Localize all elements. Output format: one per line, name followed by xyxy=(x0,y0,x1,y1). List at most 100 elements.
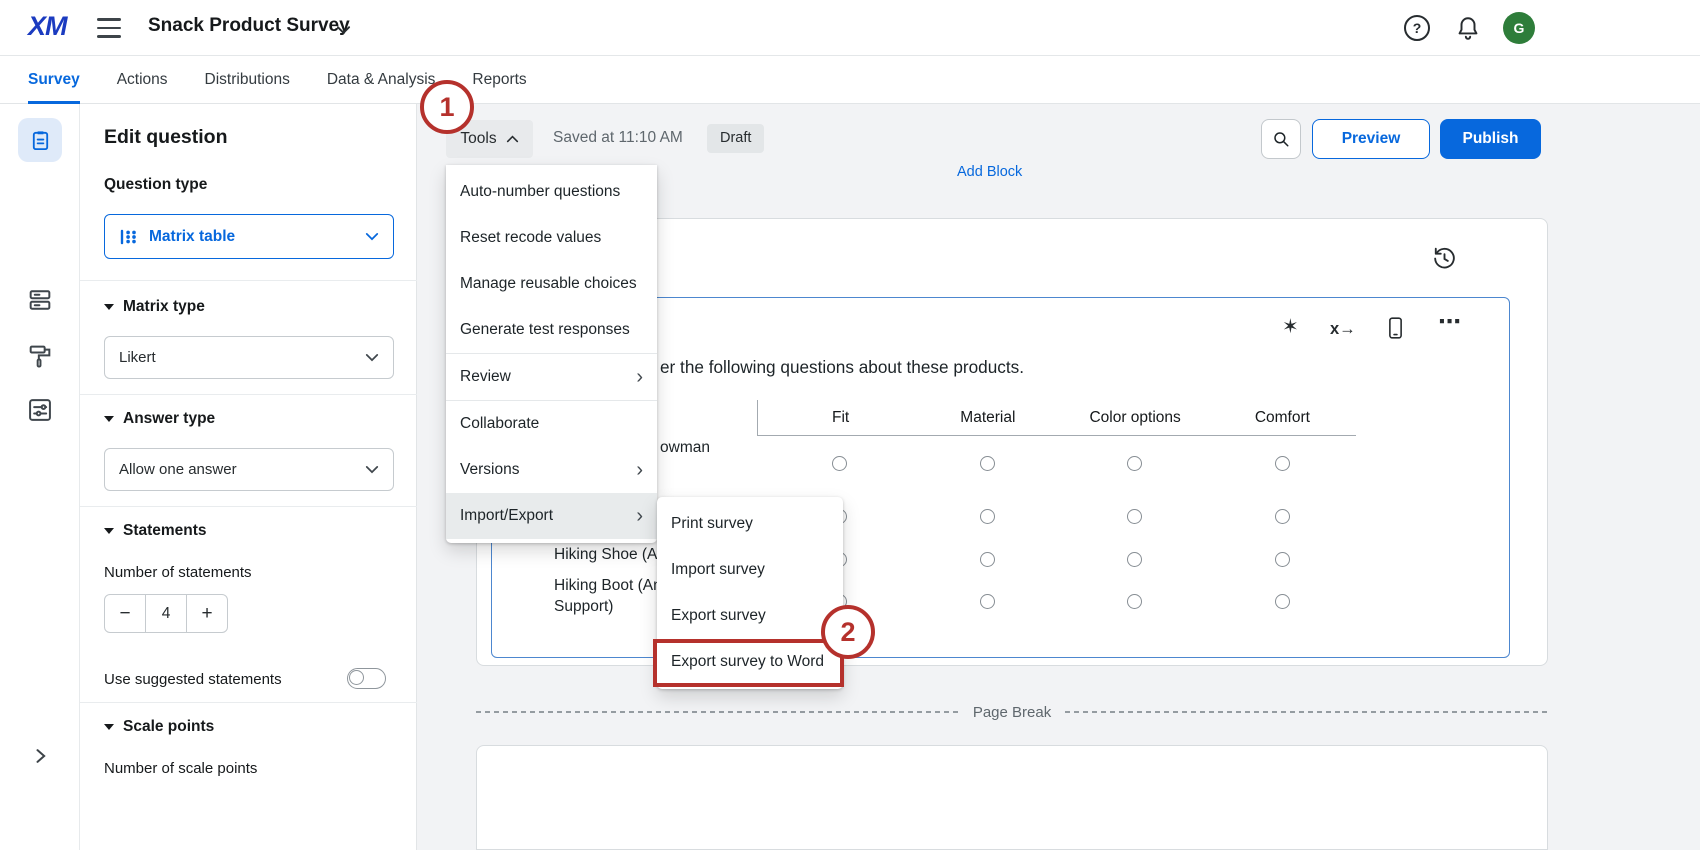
radio-button[interactable] xyxy=(1127,552,1142,567)
statements-section-header[interactable]: Statements xyxy=(104,522,207,540)
publish-button[interactable]: Publish xyxy=(1440,119,1541,159)
stepper-decrement-button[interactable]: − xyxy=(105,595,145,632)
radio-button[interactable] xyxy=(980,594,995,609)
menu-item-auto-number[interactable]: Auto-number questions xyxy=(446,169,657,215)
radio-button[interactable] xyxy=(1275,552,1290,567)
radio-button[interactable] xyxy=(1127,456,1142,471)
matrix-column-header[interactable]: Color options xyxy=(1062,400,1209,435)
primary-nav: Survey Actions Distributions Data & Anal… xyxy=(0,56,1700,104)
chevron-right-icon: › xyxy=(636,460,643,480)
question-type-dropdown[interactable]: Matrix table xyxy=(104,214,394,259)
options-sliders-icon xyxy=(26,396,54,424)
chevron-down-icon xyxy=(365,228,379,246)
menu-item-import-survey[interactable]: Import survey xyxy=(657,547,843,593)
question-text[interactable]: er the following questions about these p… xyxy=(660,357,1024,378)
question-type-label: Question type xyxy=(104,176,207,194)
tab-survey[interactable]: Survey xyxy=(28,56,80,104)
tab-data-analysis[interactable]: Data & Analysis xyxy=(327,56,436,104)
mobile-preview-icon[interactable] xyxy=(1388,316,1403,345)
caret-down-icon xyxy=(104,528,114,534)
matrix-column-header[interactable]: Material xyxy=(914,400,1061,435)
answer-type-section-header[interactable]: Answer type xyxy=(104,410,215,428)
suggested-statements-toggle[interactable] xyxy=(347,668,386,689)
menu-item-print-survey[interactable]: Print survey xyxy=(657,501,843,547)
more-options-icon[interactable]: ⋯ xyxy=(1438,308,1461,335)
divider xyxy=(80,394,417,395)
autosave-status: Saved at 11:10 AM xyxy=(553,129,683,147)
scale-points-section-header[interactable]: Scale points xyxy=(104,718,214,736)
radio-button[interactable] xyxy=(1127,594,1142,609)
radio-button[interactable] xyxy=(980,509,995,524)
stepper-value: 4 xyxy=(145,595,187,632)
matrix-row xyxy=(766,508,1356,524)
menu-item-import-export[interactable]: Import/Export › xyxy=(446,493,657,539)
stepper-increment-button[interactable]: + xyxy=(187,595,227,632)
chevron-down-icon xyxy=(365,349,379,366)
survey-title[interactable]: Snack Product Survey xyxy=(148,15,350,37)
caret-down-icon xyxy=(104,416,114,422)
tab-distributions[interactable]: Distributions xyxy=(205,56,290,104)
matrix-column-header[interactable]: Comfort xyxy=(1209,400,1356,435)
sidebar-item-look-and-feel[interactable] xyxy=(26,342,54,370)
menu-item-reset-recode[interactable]: Reset recode values xyxy=(446,215,657,261)
tab-actions[interactable]: Actions xyxy=(117,56,168,104)
panel-title: Edit question xyxy=(104,126,228,149)
statements-count-stepper: − 4 + xyxy=(104,594,228,633)
add-block-link[interactable]: Add Block xyxy=(957,164,1022,180)
expand-rail-chevron-icon[interactable] xyxy=(30,746,50,766)
caret-down-icon xyxy=(104,304,114,310)
tools-menu: Auto-number questions Reset recode value… xyxy=(446,165,657,543)
radio-button[interactable] xyxy=(980,552,995,567)
radio-button[interactable] xyxy=(832,456,847,471)
chevron-down-icon[interactable] xyxy=(336,22,351,40)
matrix-row-label[interactable]: owman xyxy=(660,439,710,457)
radio-button[interactable] xyxy=(1275,509,1290,524)
radio-button[interactable] xyxy=(1275,456,1290,471)
chevron-right-icon: › xyxy=(636,506,643,526)
divider xyxy=(80,280,417,281)
draft-status-badge: Draft xyxy=(707,124,764,153)
menu-item-test-responses[interactable]: Generate test responses xyxy=(446,307,657,353)
version-history-icon[interactable] xyxy=(1431,245,1458,272)
user-avatar[interactable]: G xyxy=(1503,12,1535,44)
hamburger-menu-icon[interactable] xyxy=(97,18,121,38)
menu-item-export-survey[interactable]: Export survey xyxy=(657,593,843,639)
preview-button[interactable]: Preview xyxy=(1312,119,1430,159)
chevron-right-icon: › xyxy=(636,367,643,387)
page-break-dashes xyxy=(476,711,959,713)
matrix-row-label[interactable]: Support) xyxy=(554,598,613,616)
radio-button[interactable] xyxy=(1275,594,1290,609)
answer-type-select[interactable]: Allow one answer xyxy=(104,448,394,491)
star-icon[interactable]: ✶ xyxy=(1282,314,1299,339)
radio-button[interactable] xyxy=(1127,509,1142,524)
skip-logic-icon[interactable]: x→ xyxy=(1330,320,1356,339)
menu-item-review[interactable]: Review › xyxy=(446,354,657,400)
matrix-row xyxy=(766,551,1356,567)
annotation-step-1: 1 xyxy=(420,80,474,134)
left-icon-rail xyxy=(0,104,80,850)
notifications-bell-icon[interactable] xyxy=(1455,15,1481,41)
menu-item-versions[interactable]: Versions › xyxy=(446,447,657,493)
divider xyxy=(80,506,417,507)
page-break-label: Page Break xyxy=(959,704,1065,721)
sidebar-item-builder[interactable] xyxy=(18,118,62,162)
matrix-type-select[interactable]: Likert xyxy=(104,336,394,379)
matrix-table-icon xyxy=(119,227,139,247)
matrix-type-section-header[interactable]: Matrix type xyxy=(104,298,205,316)
sidebar-item-survey-flow[interactable] xyxy=(26,286,54,314)
help-icon[interactable]: ? xyxy=(1404,15,1430,41)
survey-flow-icon xyxy=(26,286,54,314)
menu-item-collaborate[interactable]: Collaborate xyxy=(446,401,657,447)
matrix-column-header[interactable]: Fit xyxy=(767,400,914,435)
search-button[interactable] xyxy=(1261,119,1301,159)
matrix-header-row: Fit Material Color options Comfort xyxy=(757,400,1356,436)
matrix-row-label[interactable]: Hiking Boot (An xyxy=(554,577,662,595)
menu-item-reusable-choices[interactable]: Manage reusable choices xyxy=(446,261,657,307)
number-of-statements-label: Number of statements xyxy=(104,564,252,581)
matrix-row-label[interactable]: Hiking Shoe (An xyxy=(554,546,666,564)
question-type-value: Matrix table xyxy=(149,228,235,246)
tab-reports[interactable]: Reports xyxy=(472,56,526,104)
radio-button[interactable] xyxy=(980,456,995,471)
sidebar-item-survey-options[interactable] xyxy=(26,396,54,424)
annotation-highlight-box xyxy=(653,639,844,687)
